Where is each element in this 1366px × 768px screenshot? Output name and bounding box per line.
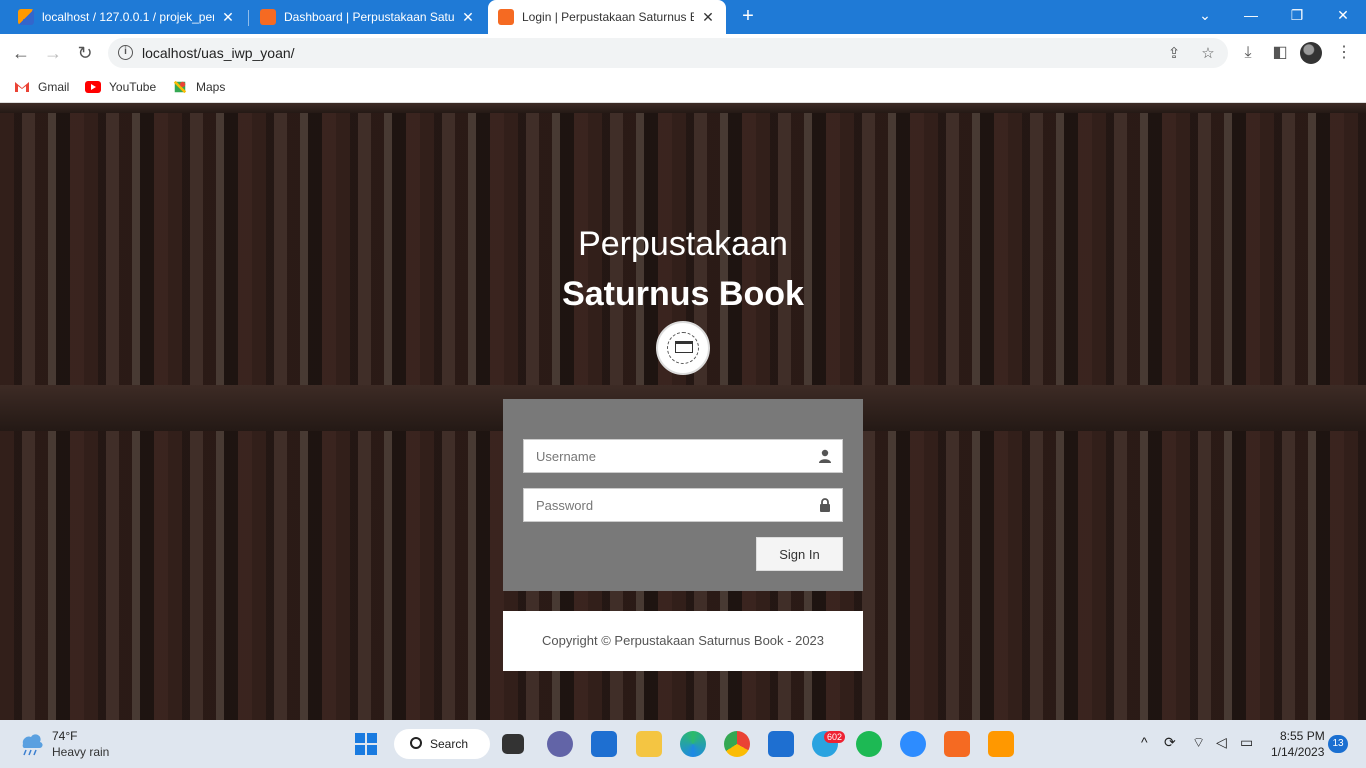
notification-badge[interactable]: 13	[1328, 735, 1348, 753]
maps-icon	[173, 80, 187, 94]
bookmark-label: Maps	[196, 80, 226, 94]
search-icon	[410, 737, 422, 749]
edge-icon[interactable]	[680, 731, 706, 757]
weather-description[interactable]: Heavy rain	[52, 745, 109, 759]
close-tab-icon[interactable]: ✕	[460, 9, 476, 26]
tab-bar: localhost / 127.0.0.1 / projek_perpustak…	[0, 0, 1366, 34]
rain-cloud-icon[interactable]	[18, 730, 44, 756]
side-panel-icon[interactable]: ◧	[1270, 43, 1290, 63]
username-field[interactable]	[523, 439, 843, 473]
brand-title-line1: Perpustakaan	[578, 225, 788, 263]
download-icon[interactable]: ⤓	[1238, 43, 1258, 63]
wifi-icon[interactable]: ⌔	[1192, 734, 1205, 752]
battery-icon[interactable]: ▭	[1240, 734, 1253, 751]
tab-login[interactable]: Login | Perpustakaan Saturnus Book ✕	[488, 0, 726, 34]
new-tab-button[interactable]: +	[736, 4, 760, 28]
zoom-icon[interactable]	[900, 731, 926, 757]
teams-chat-icon[interactable]	[547, 731, 573, 757]
menu-icon[interactable]: ⋮	[1334, 43, 1354, 63]
tab-title: Login | Perpustakaan Saturnus Book	[522, 10, 694, 24]
user-icon	[819, 449, 831, 463]
lock-icon	[820, 498, 830, 512]
store-icon[interactable]	[591, 731, 617, 757]
file-explorer-icon[interactable]	[636, 731, 662, 757]
password-input[interactable]	[524, 489, 842, 521]
windows-start-icon[interactable]	[353, 731, 379, 757]
restore-button[interactable]: ❐	[1274, 0, 1320, 34]
close-tab-icon[interactable]: ✕	[220, 9, 236, 26]
bookmark-gmail[interactable]: Gmail	[14, 77, 69, 97]
copyright-footer: Copyright © Perpustakaan Saturnus Book -…	[503, 611, 863, 671]
search-label: Search	[430, 737, 469, 751]
mail-icon[interactable]	[768, 731, 794, 757]
xampp-icon[interactable]	[944, 731, 970, 757]
chevron-up-icon[interactable]: ^	[1141, 734, 1148, 750]
reload-icon[interactable]: ↻	[72, 40, 98, 66]
telegram-unread-badge: 602	[824, 731, 846, 743]
username-input[interactable]	[524, 440, 842, 472]
weather-temperature[interactable]: 74°F	[52, 729, 77, 743]
bookmark-youtube[interactable]: YouTube	[85, 77, 156, 97]
taskbar-search[interactable]: Search	[394, 729, 490, 759]
tab-title: Dashboard | Perpustakaan Saturnus Book	[284, 10, 454, 24]
tab-separator	[248, 10, 249, 26]
bookshelf-board	[0, 103, 1366, 113]
login-page: Perpustakaan Saturnus Book Sign In Copyr…	[0, 103, 1366, 720]
spotify-icon[interactable]	[856, 731, 882, 757]
sync-icon[interactable]: ⟳	[1164, 734, 1176, 751]
gmail-icon	[15, 82, 29, 92]
close-window-button[interactable]: ✕	[1320, 0, 1366, 34]
tab-title: localhost / 127.0.0.1 / projek_perpustak…	[42, 10, 214, 24]
profile-avatar[interactable]	[1300, 42, 1322, 64]
windows-taskbar: 74°F Heavy rain Search ^ ⟳ ⌔ ◁ ▭ 8:55 PM…	[0, 720, 1366, 768]
bookmark-star-icon[interactable]: ☆	[1198, 44, 1218, 64]
library-logo	[656, 321, 710, 375]
volume-icon[interactable]: ◁	[1216, 734, 1227, 751]
tab-phpmyadmin[interactable]: localhost / 127.0.0.1 / projek_perpustak…	[8, 0, 246, 34]
site-info-icon[interactable]: i	[118, 45, 133, 60]
xampp-icon	[260, 9, 276, 25]
share-icon[interactable]: ⇪	[1164, 44, 1184, 64]
phpmyadmin-icon	[18, 9, 34, 25]
address-bar[interactable]: i localhost/uas_iwp_yoan/ ⇪ ☆	[108, 38, 1228, 68]
sign-in-button[interactable]: Sign In	[756, 537, 843, 571]
clock-date[interactable]: 1/14/2023	[1271, 745, 1324, 759]
youtube-icon	[85, 81, 101, 93]
password-field[interactable]	[523, 488, 843, 522]
bookmark-label: YouTube	[109, 80, 157, 94]
browser-toolbar: ← → ↻ i localhost/uas_iwp_yoan/ ⇪ ☆ ⤓ ◧ …	[0, 34, 1366, 72]
forward-arrow-icon[interactable]: →	[40, 40, 66, 66]
brand-title-line2: Saturnus Book	[562, 275, 804, 313]
back-arrow-icon[interactable]: ←	[8, 40, 34, 66]
minimize-button[interactable]: —	[1228, 0, 1274, 34]
task-view-icon[interactable]	[502, 734, 524, 754]
book-icon	[675, 341, 693, 353]
bookmark-label: Gmail	[38, 80, 70, 94]
tab-dashboard[interactable]: Dashboard | Perpustakaan Saturnus Book ✕	[250, 0, 486, 34]
xampp-icon	[498, 9, 514, 25]
bookmarks-bar: Gmail YouTube Maps	[0, 72, 1366, 103]
bookmark-maps[interactable]: Maps	[172, 77, 225, 97]
tab-search-dropdown[interactable]: ⌄	[1182, 0, 1228, 34]
close-tab-icon[interactable]: ✕	[700, 9, 716, 26]
login-panel: Sign In	[503, 399, 863, 591]
url-text[interactable]: localhost/uas_iwp_yoan/	[142, 45, 295, 61]
clock-time[interactable]: 8:55 PM	[1280, 729, 1325, 743]
sublime-text-icon[interactable]	[988, 731, 1014, 757]
chrome-icon[interactable]	[724, 731, 750, 757]
